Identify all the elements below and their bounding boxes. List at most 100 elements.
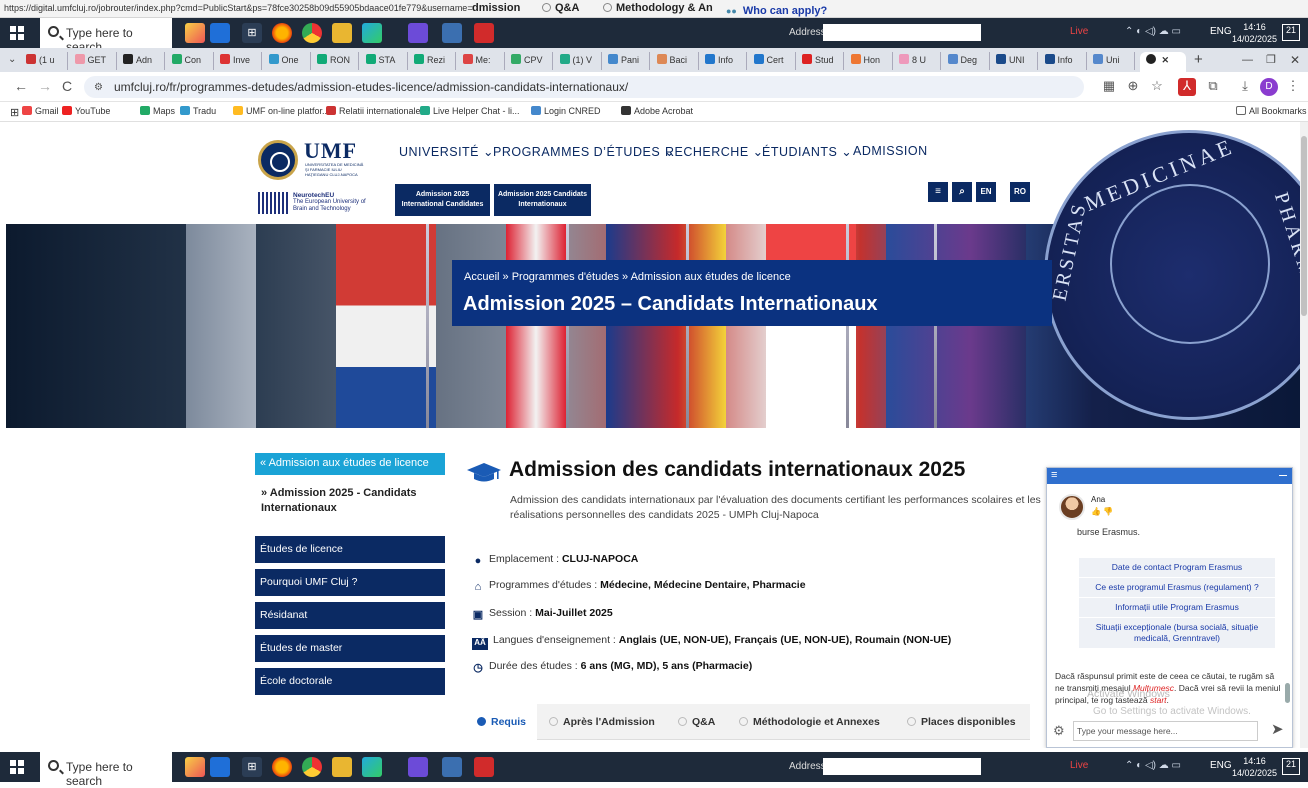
language-indicator[interactable]: ENG — [1210, 26, 1232, 37]
browser-tab[interactable]: Rezi — [408, 52, 456, 70]
browser-tab[interactable]: Cert — [748, 52, 796, 70]
bookmark-item[interactable]: Login CNRED — [531, 106, 601, 116]
acrobat-extension-icon[interactable]: ⅄ — [1178, 78, 1196, 96]
nav-universite[interactable]: UNIVERSITÉ ⌄ — [399, 144, 494, 159]
browser-tab[interactable]: CPV — [505, 52, 553, 70]
background-tab[interactable]: ●● Who can apply? — [726, 5, 827, 17]
system-tray-icons[interactable]: ⌃ ◐ ◁) ☁ ▭ — [1125, 760, 1181, 771]
edge-icon[interactable] — [362, 23, 382, 43]
lang-en-button[interactable]: EN — [976, 182, 996, 202]
person-app-icon[interactable] — [210, 23, 230, 43]
chrome-icon[interactable] — [302, 757, 322, 777]
notification-icon[interactable]: 21 — [1282, 758, 1300, 775]
task-view-icon[interactable]: ⊞ — [242, 757, 262, 777]
browser-tab[interactable]: 8 U — [893, 52, 941, 70]
browser-tab[interactable]: Adn — [117, 52, 165, 70]
file-explorer-icon[interactable] — [332, 757, 352, 777]
windows-start-icon[interactable] — [10, 26, 24, 40]
app-icon[interactable] — [442, 23, 462, 43]
edge-icon[interactable] — [362, 757, 382, 777]
paint-app-icon[interactable] — [185, 23, 205, 43]
chat-option[interactable]: Ce este programul Erasmus (regulament) ? — [1079, 578, 1275, 598]
sidebar-back-link[interactable]: « Admission aux études de licence — [255, 453, 445, 475]
taskbar-search[interactable]: Type here to search — [40, 18, 172, 54]
admission-international-button[interactable]: Admission 2025 International Candidates — [395, 184, 490, 216]
tab-apres-admission[interactable]: Après l'Admission — [549, 704, 655, 740]
browser-tab[interactable]: Pani — [602, 52, 650, 70]
hamburger-menu-icon[interactable]: ≡ — [928, 182, 948, 202]
notification-icon[interactable]: 21 — [1282, 24, 1300, 41]
address-bar[interactable]: ⚙ umfcluj.ro/fr/programmes-detudes/admis… — [84, 76, 1084, 98]
bookmark-item[interactable]: Live Helper Chat - li... — [420, 106, 520, 116]
zoom-icon[interactable]: ⊕ — [1124, 78, 1142, 96]
browser-tab[interactable]: Info — [699, 52, 747, 70]
page-scrollbar[interactable] — [1300, 122, 1308, 748]
system-tray-icons[interactable]: ⌃ ◐ ◁) ☁ ▭ — [1125, 26, 1181, 37]
browser-tab[interactable]: Info — [1039, 52, 1087, 70]
browser-tab[interactable]: Con — [166, 52, 214, 70]
restore-button[interactable]: ❐ — [1266, 53, 1276, 66]
download-icon[interactable]: ⤓ — [1236, 78, 1254, 96]
live-label[interactable]: Live — [1070, 26, 1088, 37]
search-icon[interactable]: ⌕ — [952, 182, 972, 202]
clock[interactable]: 14:16 14/02/2025 — [1232, 755, 1277, 779]
nav-admission[interactable]: ADMISSION — [853, 144, 928, 158]
breadcrumb[interactable]: Accueil » Programmes d'études » Admissio… — [464, 271, 791, 283]
tab-requis[interactable]: Requis — [465, 704, 537, 740]
browser-tab[interactable]: Stud — [796, 52, 844, 70]
nav-etudiants[interactable]: ÉTUDIANTS ⌄ — [762, 144, 852, 159]
neurotech-logo-icon[interactable] — [258, 192, 288, 214]
chrome-icon[interactable] — [302, 23, 322, 43]
nav-programmes[interactable]: PROGRAMMES D’ÉTUDES ⌄ — [493, 144, 675, 159]
new-tab-button[interactable]: + — [1194, 51, 1203, 68]
nav-recherche[interactable]: RECHERCHE ⌄ — [665, 144, 764, 159]
all-bookmarks[interactable]: All Bookmarks — [1236, 106, 1307, 116]
live-label[interactable]: Live — [1070, 760, 1088, 771]
language-indicator[interactable]: ENG — [1210, 760, 1232, 771]
acrobat-icon[interactable] — [474, 23, 494, 43]
browser-tab[interactable]: RON — [311, 52, 359, 70]
profile-avatar[interactable]: D — [1260, 78, 1278, 96]
windows-start-icon[interactable] — [10, 760, 24, 774]
sidebar-item-pourquoi[interactable]: Pourquoi UMF Cluj ? — [255, 569, 445, 596]
browser-tab[interactable]: UNI — [990, 52, 1038, 70]
address-input[interactable] — [823, 758, 981, 775]
background-tab[interactable]: dmission — [472, 2, 520, 14]
admission-candidats-button[interactable]: Admission 2025 Candidats Internationaux — [494, 184, 591, 216]
browser-menu-icon[interactable]: ⋮ — [1284, 78, 1302, 96]
apps-icon[interactable]: ⊞ — [10, 106, 19, 119]
bookmark-star-icon[interactable]: ☆ — [1148, 78, 1166, 96]
browser-tab[interactable]: GET — [69, 52, 117, 70]
sidebar-item-residanat[interactable]: Résidanat — [255, 602, 445, 629]
chat-option[interactable]: Date de contact Program Erasmus — [1079, 558, 1275, 578]
bookmark-item[interactable]: UMF on-line platfor... — [233, 106, 330, 116]
app-icon[interactable] — [442, 757, 462, 777]
site-logo[interactable]: UMF — [304, 138, 357, 164]
bookmark-item[interactable]: Maps — [140, 106, 175, 116]
paint-app-icon[interactable] — [185, 757, 205, 777]
sidebar-item-master[interactable]: Études de master — [255, 635, 445, 662]
task-view-icon[interactable]: ⊞ — [242, 23, 262, 43]
chat-message-input[interactable]: Type your message here... — [1073, 721, 1258, 741]
teams-icon[interactable] — [408, 757, 428, 777]
chat-option[interactable]: Informații utile Program Erasmus — [1079, 598, 1275, 618]
chat-menu-icon[interactable]: ≡ — [1051, 469, 1057, 481]
reload-icon[interactable]: C — [62, 78, 72, 94]
address-input[interactable] — [823, 24, 981, 41]
taskbar-search[interactable]: Type here to search — [40, 752, 172, 788]
active-tab[interactable]: ✕ — [1140, 52, 1186, 72]
browser-tab[interactable]: Inve — [214, 52, 262, 70]
teams-icon[interactable] — [408, 23, 428, 43]
sidebar-item-licence[interactable]: Études de licence — [255, 536, 445, 563]
bookmark-item[interactable]: Relatii internationale — [326, 106, 421, 116]
chat-scrollbar[interactable] — [1285, 683, 1290, 703]
bookmark-item[interactable]: Tradu — [180, 106, 216, 116]
bookmark-item[interactable]: Gmail — [22, 106, 59, 116]
background-tab[interactable]: Methodology & An — [603, 2, 713, 14]
firefox-icon[interactable] — [272, 757, 292, 777]
umf-seal-logo[interactable] — [258, 140, 298, 180]
rating-icons[interactable]: 👍 👎 — [1091, 507, 1113, 516]
tab-qa[interactable]: Q&A — [678, 704, 715, 740]
lang-ro-button[interactable]: RO — [1010, 182, 1030, 202]
firefox-icon[interactable] — [272, 23, 292, 43]
